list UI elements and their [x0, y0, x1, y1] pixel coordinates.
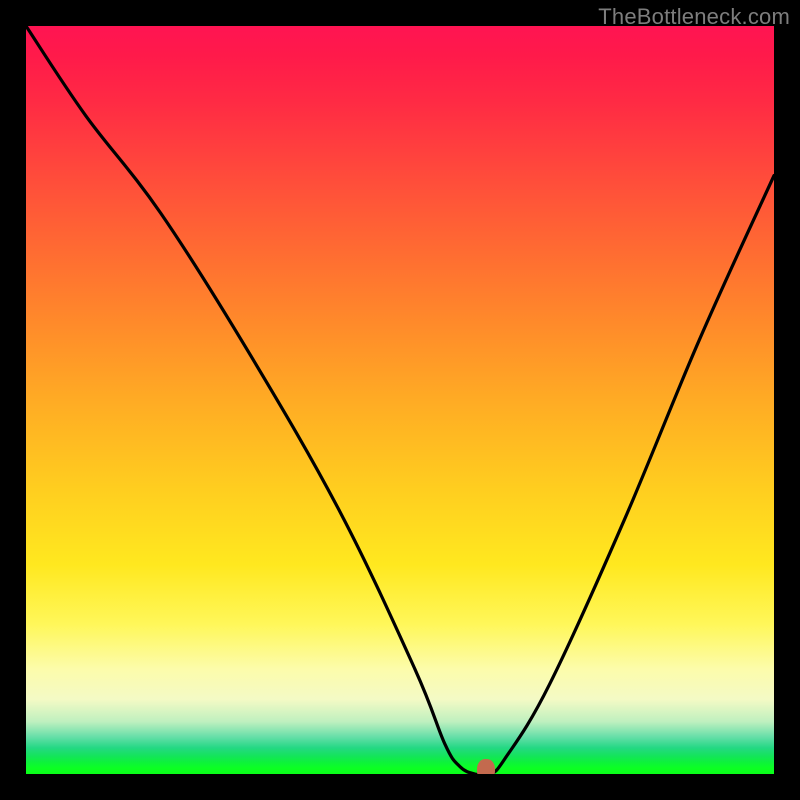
chart-frame: TheBottleneck.com: [0, 0, 800, 800]
bottleneck-curve: [26, 26, 774, 774]
watermark-label: TheBottleneck.com: [598, 4, 790, 30]
plot-area: [26, 26, 774, 774]
optimal-point-marker: [477, 759, 495, 775]
